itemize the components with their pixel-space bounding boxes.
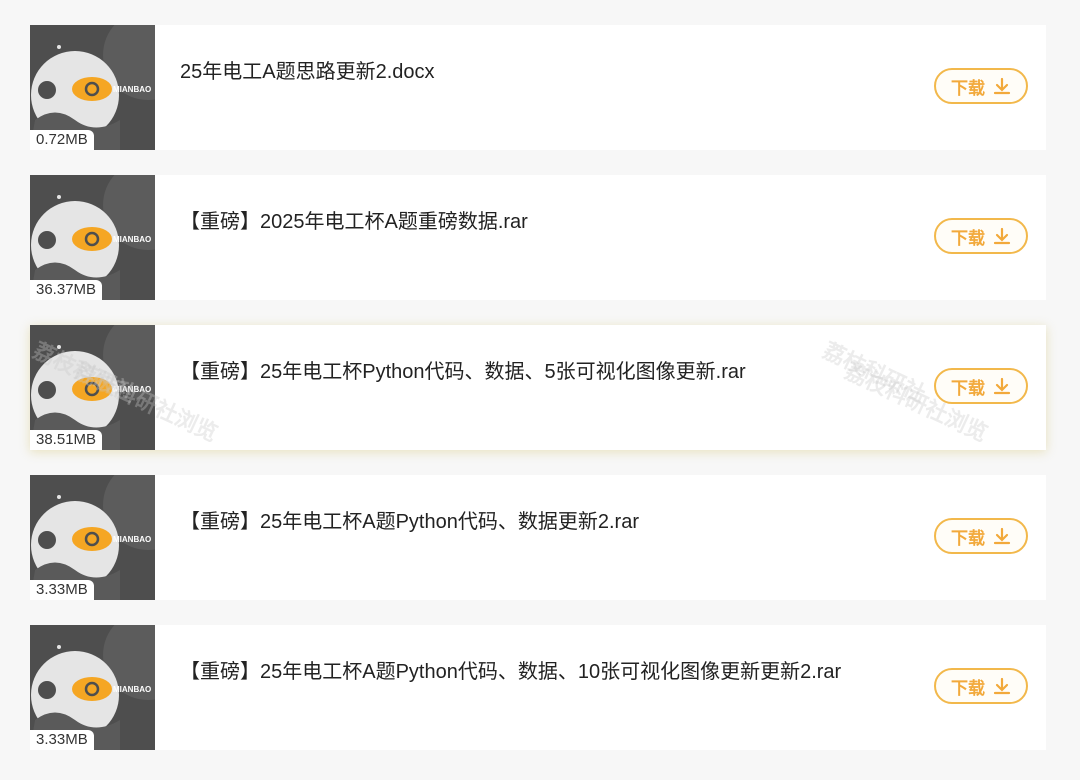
file-thumbnail: MIANBAO 3.33MB [30, 475, 155, 600]
download-arrow-icon [993, 377, 1011, 395]
file-name[interactable]: 【重磅】2025年电工杯A题重磅数据.rar [180, 205, 528, 234]
download-button[interactable]: 下载 [934, 368, 1028, 404]
file-thumbnail: MIANBAO 38.51MB [30, 325, 155, 450]
download-arrow-icon [993, 527, 1011, 545]
download-button[interactable]: 下载 [934, 668, 1028, 704]
file-thumbnail: MIANBAO 36.37MB [30, 175, 155, 300]
file-card[interactable]: MIANBAO 38.51MB 【重磅】25年电工杯Python代码、数据、5张… [30, 325, 1046, 450]
download-label: 下载 [951, 228, 985, 248]
download-label: 下载 [951, 678, 985, 698]
file-size: 3.33MB [30, 580, 94, 600]
file-card[interactable]: MIANBAO 3.33MB 【重磅】25年电工杯A题Python代码、数据更新… [30, 475, 1046, 600]
download-arrow-icon [993, 227, 1011, 245]
file-size: 38.51MB [30, 430, 103, 450]
thumbnail-brand: MIANBAO [113, 535, 151, 544]
download-label: 下载 [951, 528, 985, 548]
file-size: 36.37MB [30, 280, 103, 300]
file-name[interactable]: 【重磅】25年电工杯Python代码、数据、5张可视化图像更新.rar [180, 355, 746, 384]
download-arrow-icon [993, 677, 1011, 695]
watermark: 荔枝科研社 [819, 337, 930, 407]
thumbnail-brand: MIANBAO [113, 385, 151, 394]
file-card[interactable]: MIANBAO 3.33MB 【重磅】25年电工杯A题Python代码、数据、1… [30, 625, 1046, 750]
file-size: 3.33MB [30, 730, 94, 750]
download-button[interactable]: 下载 [934, 518, 1028, 554]
file-card[interactable]: MIANBAO 0.72MB 25年电工A题思路更新2.docx 下载 [30, 25, 1046, 150]
thumbnail-brand: MIANBAO [113, 85, 151, 94]
download-label: 下载 [951, 78, 985, 98]
file-thumbnail: MIANBAO 0.72MB [30, 25, 155, 150]
download-arrow-icon [993, 77, 1011, 95]
download-label: 下载 [951, 378, 985, 398]
file-card[interactable]: MIANBAO 36.37MB 【重磅】2025年电工杯A题重磅数据.rar 下… [30, 175, 1046, 300]
file-name[interactable]: 25年电工A题思路更新2.docx [180, 55, 435, 84]
file-list: MIANBAO 0.72MB 25年电工A题思路更新2.docx 下载 MIAN… [30, 25, 1046, 775]
file-name[interactable]: 【重磅】25年电工杯A题Python代码、数据、10张可视化图像更新更新2.ra… [180, 655, 841, 684]
file-name[interactable]: 【重磅】25年电工杯A题Python代码、数据更新2.rar [180, 505, 639, 534]
thumbnail-brand: MIANBAO [113, 235, 151, 244]
file-thumbnail: MIANBAO 3.33MB [30, 625, 155, 750]
download-button[interactable]: 下载 [934, 218, 1028, 254]
thumbnail-brand: MIANBAO [113, 685, 151, 694]
download-button[interactable]: 下载 [934, 68, 1028, 104]
file-size: 0.72MB [30, 130, 94, 150]
